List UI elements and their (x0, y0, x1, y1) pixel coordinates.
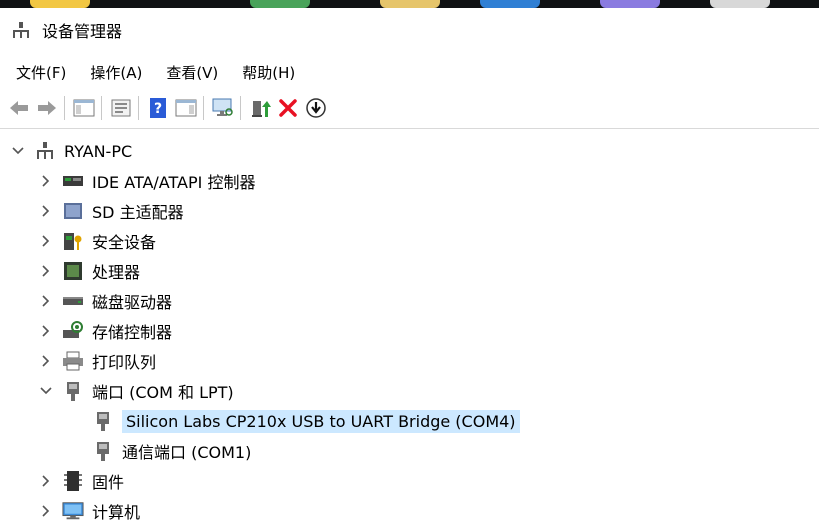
menu-view[interactable]: 查看(V) (164, 58, 220, 87)
tree-item-label: IDE ATA/ATAPI 控制器 (92, 173, 256, 192)
tree-item-label: 安全设备 (92, 233, 157, 252)
action-pane-icon[interactable] (173, 95, 199, 121)
chevron-right-icon[interactable] (38, 293, 54, 309)
menu-action[interactable]: 操作(A) (88, 58, 144, 87)
computer-network-icon (34, 140, 56, 162)
disk-drive-icon (62, 290, 84, 312)
tree-root[interactable]: RYAN-PC (10, 136, 132, 166)
tree-item-label: 计算机 (92, 503, 141, 522)
tree-item-firmware[interactable]: 固件 (38, 466, 124, 496)
tree-item-com1[interactable]: 通信端口 (COM1) (92, 436, 251, 466)
computer-icon (62, 500, 84, 522)
device-manager-icon (12, 21, 30, 39)
tree-item-label: 固件 (92, 473, 125, 492)
tree-item-sd-host[interactable]: SD 主适配器 (38, 196, 184, 226)
print-queue-icon (62, 350, 84, 372)
chevron-down-icon[interactable] (38, 383, 54, 399)
tree-item-label: Silicon Labs CP210x USB to UART Bridge (… (122, 409, 520, 433)
port-icon (62, 380, 84, 402)
tree-item-print-queue[interactable]: 打印队列 (38, 346, 156, 376)
uninstall-icon[interactable] (275, 95, 301, 121)
toolbar: ? (0, 90, 819, 126)
chevron-right-icon[interactable] (38, 503, 54, 519)
menu-file[interactable]: 文件(F) (14, 58, 68, 87)
title-bar: 设备管理器 (0, 8, 819, 52)
toolbar-separator (101, 96, 102, 120)
toolbar-separator (138, 96, 139, 120)
tree-item-cp210x[interactable]: Silicon Labs CP210x USB to UART Bridge (… (92, 406, 520, 436)
back-icon[interactable] (6, 95, 32, 121)
tree-item-ports[interactable]: 端口 (COM 和 LPT) (38, 376, 234, 406)
ide-controller-icon (62, 170, 84, 192)
chevron-down-icon[interactable] (10, 143, 26, 159)
tree-item-ide[interactable]: IDE ATA/ATAPI 控制器 (38, 166, 255, 196)
console-tree-icon[interactable] (71, 95, 97, 121)
update-driver-icon[interactable] (247, 95, 273, 121)
tree-item-label: 端口 (COM 和 LPT) (92, 383, 234, 402)
chevron-right-icon[interactable] (38, 473, 54, 489)
tree-item-label: 打印队列 (92, 353, 157, 372)
tree-root-label: RYAN-PC (64, 141, 133, 161)
chevron-right-icon[interactable] (38, 233, 54, 249)
storage-controller-icon (62, 320, 84, 342)
chevron-right-icon[interactable] (38, 203, 54, 219)
toolbar-separator (240, 96, 241, 120)
security-device-icon (62, 230, 84, 252)
taskbar-strip (0, 0, 819, 8)
tree-item-label: 存储控制器 (92, 323, 173, 342)
firmware-icon (62, 470, 84, 492)
forward-icon[interactable] (34, 95, 60, 121)
tree-item-label: 磁盘驱动器 (92, 293, 173, 312)
chevron-right-icon[interactable] (38, 353, 54, 369)
processor-icon (62, 260, 84, 282)
menu-bar: 文件(F) 操作(A) 查看(V) 帮助(H) (0, 56, 303, 88)
chevron-right-icon[interactable] (38, 323, 54, 339)
toolbar-separator (64, 96, 65, 120)
tree-item-computer[interactable]: 计算机 (38, 496, 140, 526)
scan-hardware-icon[interactable] (210, 95, 236, 121)
chevron-right-icon[interactable] (38, 263, 54, 279)
disable-icon[interactable] (303, 95, 329, 121)
tree-item-storage-controller[interactable]: 存储控制器 (38, 316, 172, 346)
properties-icon[interactable] (108, 95, 134, 121)
window-title: 设备管理器 (42, 22, 123, 41)
tree-item-disk[interactable]: 磁盘驱动器 (38, 286, 172, 316)
toolbar-separator (203, 96, 204, 120)
tree-item-label: 处理器 (92, 263, 141, 282)
sd-host-icon (62, 200, 84, 222)
port-device-icon (92, 410, 114, 432)
tree-item-security[interactable]: 安全设备 (38, 226, 156, 256)
port-device-icon (92, 440, 114, 462)
tree-item-processor[interactable]: 处理器 (38, 256, 140, 286)
toolbar-divider (0, 128, 819, 129)
help-icon[interactable]: ? (145, 95, 171, 121)
chevron-right-icon[interactable] (38, 173, 54, 189)
menu-help[interactable]: 帮助(H) (240, 58, 297, 87)
svg-text:?: ? (154, 101, 162, 117)
tree-item-label: 通信端口 (COM1) (122, 443, 252, 462)
tree-item-label: SD 主适配器 (92, 203, 184, 222)
